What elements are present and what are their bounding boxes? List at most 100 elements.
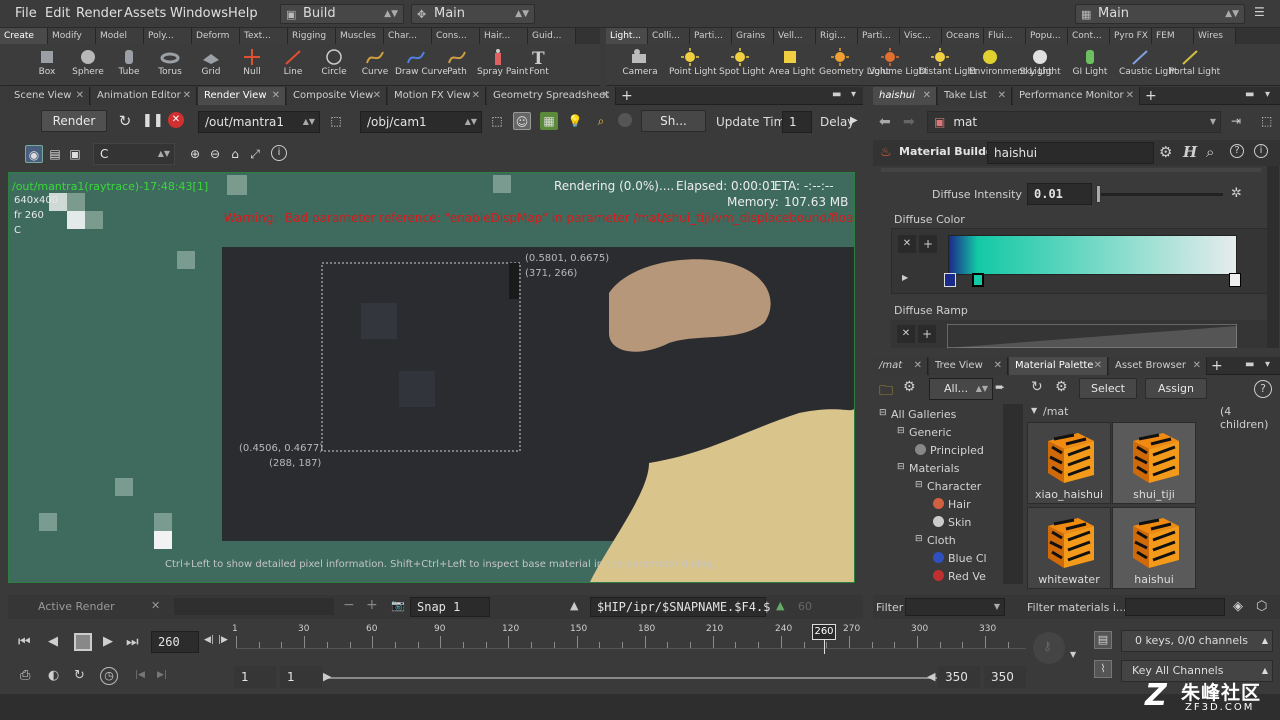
zoom-in-icon[interactable]: ⊕ xyxy=(186,145,204,163)
help-icon[interactable]: ? xyxy=(1230,144,1244,158)
snapshot-slider[interactable] xyxy=(174,598,334,615)
diffuse-intensity-slider[interactable] xyxy=(1096,185,1223,203)
gear-icon[interactable]: ⚙ xyxy=(1159,143,1172,161)
close-icon[interactable]: ✕ xyxy=(472,87,480,105)
refresh-icon[interactable]: ↻ xyxy=(116,112,134,130)
collapse-toggle-icon[interactable]: ⊟ xyxy=(897,426,905,436)
shelf-tool-gi-light[interactable]: GI Light xyxy=(1069,46,1111,84)
jump-start-icon[interactable]: ⏮ xyxy=(18,634,31,650)
search-icon[interactable]: ⌕ xyxy=(1206,143,1214,161)
shelf-tab[interactable]: Grains xyxy=(732,28,774,44)
graph-icon[interactable]: ⌇ xyxy=(1094,660,1112,678)
close-icon[interactable]: ✕ xyxy=(76,87,84,105)
tree-item-character[interactable]: ⊟ Character xyxy=(915,480,981,493)
shelf-tool-point-light[interactable]: Point Light xyxy=(669,46,717,84)
shelf-tool-line[interactable]: Line xyxy=(272,46,314,84)
forward-arrow-icon[interactable]: ➡ xyxy=(903,114,915,130)
menu-file[interactable]: File xyxy=(15,6,37,21)
shelf-tab[interactable]: Cons... xyxy=(432,28,480,44)
assign-button[interactable]: Assign xyxy=(1145,378,1207,399)
shelf-tab[interactable]: Wires xyxy=(1194,28,1236,44)
menu-windows[interactable]: Windows xyxy=(170,6,228,21)
shelf-tool-sphere[interactable]: Sphere xyxy=(67,46,109,84)
slider-handle[interactable] xyxy=(1096,185,1101,203)
tree-item-principled[interactable]: Principled xyxy=(915,444,984,457)
shelf-tool-area-light[interactable]: Area Light xyxy=(769,46,815,84)
shelf-tool-distant-light[interactable]: Distant Light xyxy=(919,46,977,84)
collapse-toggle-icon[interactable]: ⊟ xyxy=(897,462,905,472)
shelf-tab[interactable]: Oceans xyxy=(942,28,984,44)
tree-item-blue-cl[interactable]: Blue Cl xyxy=(933,552,987,565)
shelf-tool-portal-light[interactable]: Portal Light xyxy=(1169,46,1220,84)
shelf-tab[interactable]: Parti... xyxy=(690,28,732,44)
tree-item-materials[interactable]: ⊟ Materials xyxy=(897,462,959,475)
shelf-tab[interactable]: Guid... xyxy=(528,28,576,44)
tab-haishui[interactable]: haishui ✕ xyxy=(873,87,937,105)
shelf-tool-camera[interactable]: Camera xyxy=(619,46,661,84)
shelf-tab[interactable]: Rigi... xyxy=(816,28,858,44)
diffuse-intensity-field[interactable]: 0.01 xyxy=(1027,183,1092,205)
close-icon[interactable]: ✕ xyxy=(1094,357,1102,375)
ramp-key-1[interactable] xyxy=(944,273,956,287)
key-wheel[interactable]: ⚷ xyxy=(1033,632,1065,664)
plus-icon[interactable]: + xyxy=(366,597,378,613)
update-time-field[interactable]: 1 xyxy=(782,111,812,133)
save-icon[interactable]: ▲ xyxy=(570,599,578,612)
ramp-key-2[interactable] xyxy=(972,273,984,287)
tab-render-view[interactable]: Render View ✕ xyxy=(198,87,286,105)
image-icon[interactable]: ▲ xyxy=(776,599,784,612)
step-back-icon[interactable]: ◀| xyxy=(204,635,214,645)
pane-menu-icon[interactable]: ▾ xyxy=(1265,359,1270,370)
select-rop-icon[interactable]: ⬚ xyxy=(327,112,345,130)
shelf-tool-tube[interactable]: Tube xyxy=(108,46,150,84)
close-icon[interactable]: ✕ xyxy=(373,87,381,105)
maximize-icon[interactable]: ▬ xyxy=(1245,89,1254,100)
dopesheet-icon[interactable]: ▤ xyxy=(1094,631,1112,649)
tab-animation-editor[interactable]: Animation Editor ✕ xyxy=(91,87,197,105)
render-button[interactable]: Render xyxy=(41,110,107,132)
close-icon[interactable]: ✕ xyxy=(151,599,160,612)
range-end-field[interactable]: 350 xyxy=(938,666,980,688)
shelf-tab[interactable]: Model xyxy=(96,28,144,44)
shelf-tool-circle[interactable]: Circle xyxy=(313,46,355,84)
loop-icon[interactable]: ↻ xyxy=(74,668,85,683)
close-icon[interactable]: ✕ xyxy=(914,357,922,375)
tab-motion-fx-view[interactable]: Motion FX View ✕ xyxy=(388,87,486,105)
back-arrow-icon[interactable]: ⬅ xyxy=(879,114,891,130)
collapse-icon[interactable]: ▼ xyxy=(1031,406,1037,415)
pane-menu-icon[interactable]: ▾ xyxy=(851,89,856,100)
tree-item-all-galleries[interactable]: ⊟ All Galleries xyxy=(879,408,956,421)
light-icon[interactable]: 💡 xyxy=(566,112,584,130)
add-tab-icon[interactable]: + xyxy=(1145,87,1157,105)
desktop-dropdown[interactable]: ▣ Build ▲▼ xyxy=(280,4,404,24)
menu-icon[interactable]: ☰ xyxy=(1254,5,1265,19)
shelf-tab[interactable]: Modify xyxy=(48,28,96,44)
close-icon[interactable]: ✕ xyxy=(1126,87,1134,105)
pane-menu-icon[interactable]: ▾ xyxy=(1265,89,1270,100)
shelf-tool-box[interactable]: Box xyxy=(26,46,68,84)
material-thumb-shui-tiji[interactable]: shui_tiji xyxy=(1112,422,1196,504)
shelf-tool-path[interactable]: Path xyxy=(436,46,478,84)
param-path-field[interactable]: ▣ mat ▼ xyxy=(927,111,1221,133)
refresh-icon[interactable]: ↻ xyxy=(1031,379,1043,395)
range-start-icon[interactable]: |◀ xyxy=(135,670,145,680)
float-ramp[interactable] xyxy=(947,324,1237,348)
filter-materials-input[interactable] xyxy=(1125,598,1225,616)
snapname-field[interactable]: $HIP/ipr/$SNAPNAME.$F4.$ xyxy=(590,597,770,617)
range-handle-right[interactable]: ◀ xyxy=(927,670,935,683)
shelf-tool-spray-paint[interactable]: Spray Paint xyxy=(477,46,528,84)
split-view-icon[interactable]: ▤ xyxy=(46,145,64,163)
region-render-icon[interactable]: ▦ xyxy=(540,112,558,130)
shelf-tab[interactable]: Poly... xyxy=(144,28,192,44)
close-icon[interactable]: ✕ xyxy=(1193,357,1201,375)
shelf-tab[interactable]: Cont... xyxy=(1068,28,1110,44)
timeline-bar[interactable]: 1 30 60 90 120 150 180 210 240 270 300 330 260 xyxy=(232,622,1026,662)
add-tab-icon[interactable]: + xyxy=(621,87,633,105)
keys-info[interactable]: 0 keys, 0/0 channels ▲ xyxy=(1121,630,1273,652)
shelf-tool-null[interactable]: Null xyxy=(231,46,273,84)
shelf-tool-geometry-light[interactable]: Geometry Light xyxy=(819,46,889,84)
shelf-tab[interactable]: Muscles xyxy=(336,28,384,44)
home-icon[interactable]: ⌂ xyxy=(226,145,244,163)
display-mode-icon[interactable]: ◉ xyxy=(25,145,43,163)
shelf-tool-caustic-light[interactable]: Caustic Light xyxy=(1119,46,1178,84)
